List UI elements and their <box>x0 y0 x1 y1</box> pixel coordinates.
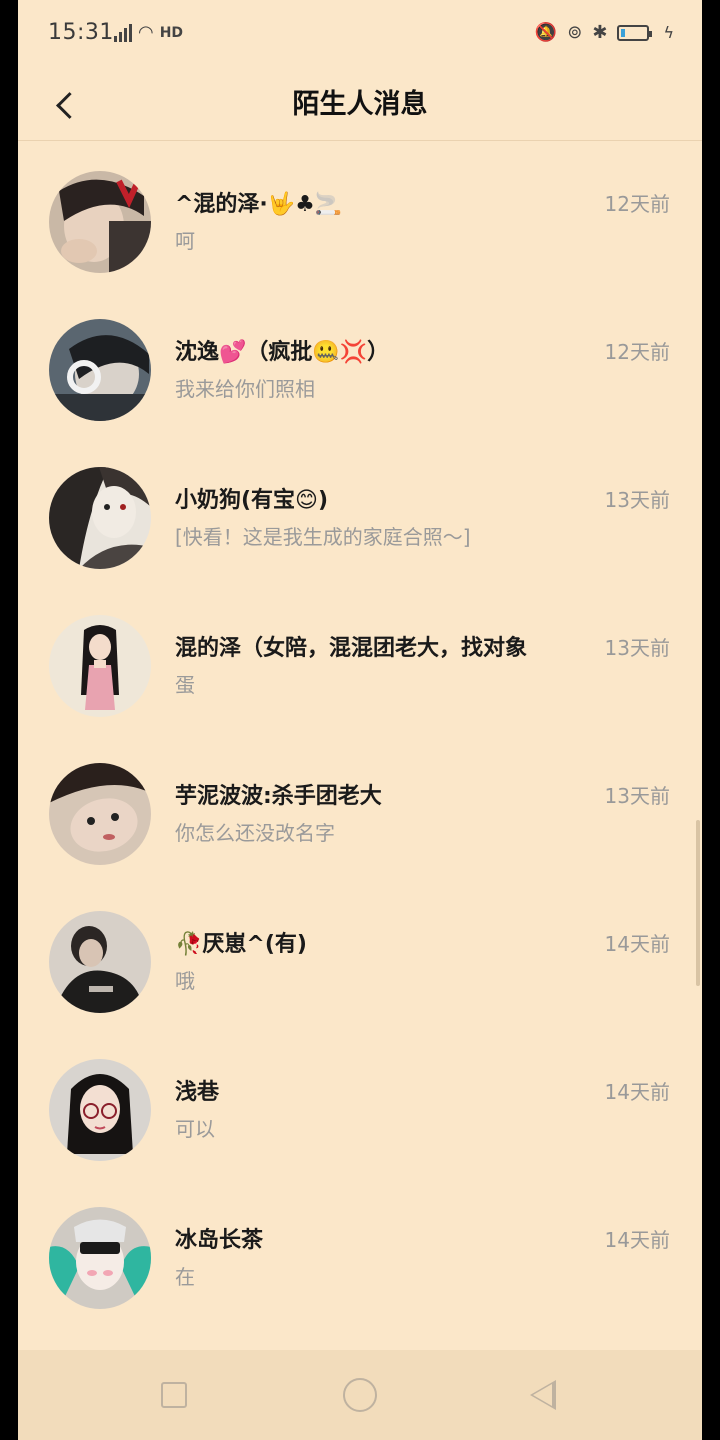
conversation-item[interactable]: 沈逸💕（疯批🤐💢） 我来给你们照相 12天前 <box>18 290 702 438</box>
contact-name: 芋泥波波:杀手团老大 <box>175 784 382 809</box>
avatar[interactable] <box>49 1059 151 1161</box>
cellular-signal-icon <box>114 23 132 42</box>
contact-name: 小奶狗(有宝😊) <box>175 488 329 513</box>
conversation-item[interactable]: 小奶狗(有宝😊) [快看！这是我生成的家庭合照～] 13天前 <box>18 438 702 586</box>
navigation-bar <box>18 1350 702 1440</box>
status-bar: 15:31 ◠ HD 🔕 ⊚ ✱ ϟ <box>18 0 702 70</box>
message-preview: 在 <box>175 1265 195 1289</box>
charging-icon: ϟ <box>663 23 674 42</box>
battery-level <box>621 28 626 37</box>
back-triangle-icon[interactable] <box>530 1380 556 1410</box>
wifi-icon: ◠ <box>138 22 154 43</box>
message-time: 13天前 <box>604 636 670 660</box>
rotation-lock-icon: ⊚ <box>567 22 583 43</box>
message-preview: 可以 <box>175 1117 215 1141</box>
contact-name: ^混的泽·🤟♣🚬 <box>175 192 343 217</box>
message-time: 12天前 <box>604 192 670 216</box>
conversation-item[interactable]: 冰岛长茶 在 14天前 <box>18 1178 702 1326</box>
status-time: 15:31 <box>48 20 114 45</box>
conversation-item[interactable]: 浅巷 可以 14天前 <box>18 1030 702 1178</box>
page-title: 陌生人消息 <box>292 89 428 120</box>
header: 陌生人消息 <box>18 70 702 141</box>
contact-name: 🥀厌崽^(有) <box>175 932 307 957</box>
avatar[interactable] <box>49 319 151 421</box>
avatar[interactable] <box>49 615 151 717</box>
message-preview: 蛋 <box>175 673 195 697</box>
message-time: 14天前 <box>604 1080 670 1104</box>
conversation-item[interactable]: 🥀厌崽^(有) 哦 14天前 <box>18 882 702 1030</box>
message-preview: [快看！这是我生成的家庭合照～] <box>175 525 471 549</box>
home-circle-icon[interactable] <box>343 1378 377 1412</box>
status-left-icons: ◠ HD <box>114 22 183 43</box>
screen: 15:31 ◠ HD 🔕 ⊚ ✱ ϟ 陌生人消息 ^混的泽·🤟♣🚬 呵 12天前… <box>18 0 702 1440</box>
avatar[interactable] <box>49 911 151 1013</box>
avatar[interactable] <box>49 467 151 569</box>
bluetooth-icon: ✱ <box>592 22 608 43</box>
message-preview: 哦 <box>175 969 195 993</box>
conversation-list: ^混的泽·🤟♣🚬 呵 12天前 沈逸💕（疯批🤐💢） 我来给你们照相 12天前 小… <box>18 142 702 1326</box>
message-preview: 你怎么还没改名字 <box>175 821 335 845</box>
battery-icon <box>617 24 653 41</box>
contact-name: 浅巷 <box>175 1080 220 1105</box>
message-time: 14天前 <box>604 1228 670 1252</box>
avatar[interactable] <box>49 171 151 273</box>
message-preview: 我来给你们照相 <box>175 377 315 401</box>
avatar[interactable] <box>49 763 151 865</box>
message-time: 13天前 <box>604 488 670 512</box>
recents-square-icon[interactable] <box>161 1382 187 1408</box>
hd-badge: HD <box>159 24 184 41</box>
contact-name: 混的泽（女陪，混混团老大，找对象 <box>175 636 528 661</box>
conversation-item[interactable]: 芋泥波波:杀手团老大 你怎么还没改名字 13天前 <box>18 734 702 882</box>
status-right-icons: 🔕 ⊚ ✱ ϟ <box>535 22 674 43</box>
message-time: 14天前 <box>604 932 670 956</box>
message-preview: 呵 <box>175 229 195 253</box>
conversation-item[interactable]: 混的泽（女陪，混混团老大，找对象 蛋 13天前 <box>18 586 702 734</box>
bell-muted-icon: 🔕 <box>534 22 558 43</box>
contact-name: 沈逸💕（疯批🤐💢） <box>175 340 390 365</box>
message-time: 13天前 <box>604 784 670 808</box>
avatar[interactable] <box>49 1207 151 1309</box>
scrollbar[interactable] <box>696 820 700 986</box>
message-time: 12天前 <box>604 340 670 364</box>
conversation-item[interactable]: ^混的泽·🤟♣🚬 呵 12天前 <box>18 142 702 290</box>
contact-name: 冰岛长茶 <box>175 1228 264 1253</box>
